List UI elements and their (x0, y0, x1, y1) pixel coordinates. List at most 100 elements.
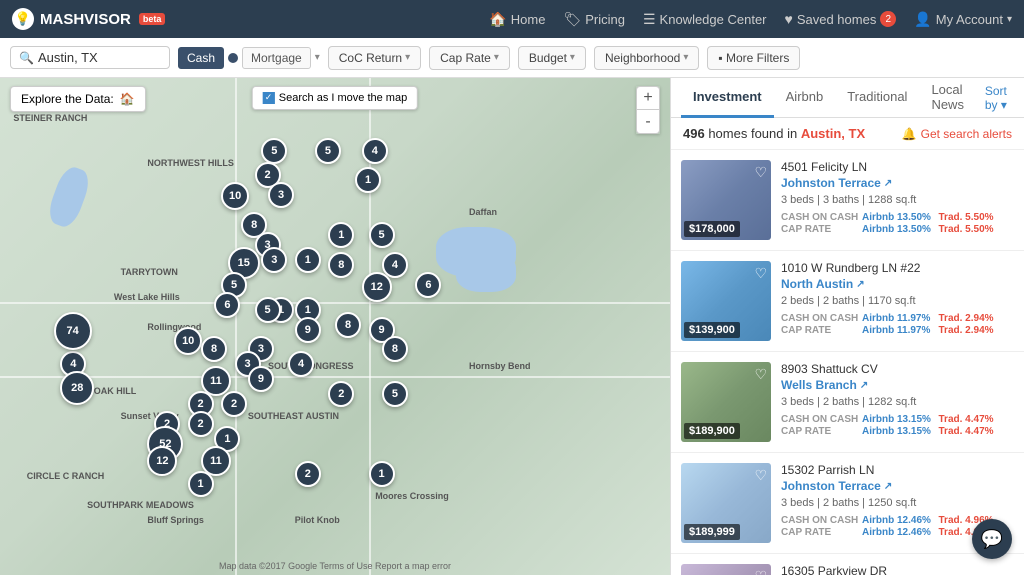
cash-toggle[interactable]: Cash (178, 47, 224, 69)
map-pin-p19[interactable]: 6 (415, 272, 441, 298)
property-details-2: 1010 W Rundberg LN #22 North Austin ↗ 2 … (781, 261, 1014, 341)
property-image-5: $185,000 ♡ (681, 564, 771, 575)
map-label-pilot: Pilot Knob (295, 515, 340, 525)
nav-home-label: Home (511, 12, 546, 27)
favorite-icon-5[interactable]: ♡ (754, 568, 767, 575)
price-tag-3: $189,900 (684, 423, 740, 439)
map-pin-p11[interactable]: 5 (369, 222, 395, 248)
map-pin-p3[interactable]: 4 (362, 138, 388, 164)
map-pin-p48[interactable]: 1 (369, 461, 395, 487)
sort-by-btn[interactable]: Sort by ▾ (985, 84, 1014, 112)
map-pin-p46[interactable]: 12 (147, 446, 177, 476)
chevron-sort-icon: ▾ (1001, 98, 1007, 112)
mortgage-toggle[interactable]: Mortgage (242, 47, 311, 69)
chevron-down-icon: ▾ (1007, 14, 1012, 25)
property-details-5: 16305 Parkview DR Wells Branch ↗ 3 beds … (781, 564, 1014, 575)
search-as-move[interactable]: Search as I move the map (252, 86, 418, 110)
map-pin-p34[interactable]: 9 (248, 366, 274, 392)
property-neighborhood-2[interactable]: North Austin ↗ (781, 277, 1014, 291)
map-pin-p32[interactable]: 4 (288, 351, 314, 377)
coc-trad-1: Trad. 5.50% (939, 212, 1015, 223)
map-pin-p13[interactable]: 3 (261, 247, 287, 273)
map-pin-p30[interactable]: 8 (201, 336, 227, 362)
budget-filter[interactable]: Budget ▾ (518, 46, 586, 70)
tab-investment[interactable]: Investment (681, 78, 774, 118)
property-neighborhood-1[interactable]: Johnston Terrace ↗ (781, 176, 1014, 190)
coc-return-label: CoC Return (339, 51, 402, 65)
nav-account[interactable]: 👤 My Account ▾ (914, 11, 1012, 28)
map-pin-p24[interactable]: 8 (335, 312, 361, 338)
nav-home[interactable]: 🏠 Home (489, 11, 545, 28)
map-pin-p50[interactable]: 2 (295, 461, 321, 487)
map-pin-p1[interactable]: 5 (261, 138, 287, 164)
map-pin-p20[interactable]: 6 (214, 292, 240, 318)
coc-label-2: CASH ON CASH (781, 313, 861, 324)
zoom-in-btn[interactable]: + (636, 86, 660, 110)
property-details-1: 4501 Felicity LN Johnston Terrace ↗ 3 be… (781, 160, 1014, 240)
map-pin-p14[interactable]: 1 (295, 247, 321, 273)
road-h1 (0, 302, 670, 304)
favorite-icon-4[interactable]: ♡ (754, 467, 767, 484)
nav-saved[interactable]: ♥ Saved homes 2 (785, 11, 897, 27)
cap-rate-filter[interactable]: Cap Rate ▾ (429, 46, 510, 70)
map-pin-p10[interactable]: 1 (328, 222, 354, 248)
map-pin-p15[interactable]: 8 (328, 252, 354, 278)
property-specs-3: 3 beds | 2 baths | 1282 sq.ft (781, 396, 1014, 408)
map-pin-p38[interactable]: 2 (221, 391, 247, 417)
explore-data-btn[interactable]: Explore the Data: 🏠 (10, 86, 146, 112)
price-tag-2: $139,900 (684, 322, 740, 338)
tab-traditional[interactable]: Traditional (835, 78, 919, 118)
favorite-icon-2[interactable]: ♡ (754, 265, 767, 282)
property-card-1[interactable]: $178,000 ♡ 4501 Felicity LN Johnston Ter… (671, 150, 1024, 251)
coc-airbnb-4: Airbnb 12.46% (862, 515, 938, 526)
cap-airbnb-3: Airbnb 13.15% (862, 426, 938, 437)
map-pin-p7[interactable]: 1 (355, 167, 381, 193)
map-pin-p36[interactable]: 28 (60, 371, 94, 405)
property-neighborhood-3[interactable]: Wells Branch ↗ (781, 378, 1014, 392)
map-pin-p27[interactable]: 8 (382, 336, 408, 362)
alert-icon: 🔔 (902, 127, 917, 141)
map-pin-p45[interactable]: 74 (54, 312, 92, 350)
nav-knowledge[interactable]: ☰ Knowledge Center (643, 11, 767, 28)
property-card-5[interactable]: $185,000 ♡ 16305 Parkview DR Wells Branc… (671, 554, 1024, 575)
map-pin-p42[interactable]: 5 (382, 381, 408, 407)
cap-trad-2: Trad. 2.94% (939, 325, 1015, 336)
property-card-2[interactable]: $139,900 ♡ 1010 W Rundberg LN #22 North … (671, 251, 1024, 352)
road-v1 (235, 78, 237, 575)
property-image-1: $178,000 ♡ (681, 160, 771, 240)
map-pin-p49[interactable]: 1 (188, 471, 214, 497)
logo[interactable]: 💡 MASHVISOR beta (12, 8, 165, 30)
tab-airbnb[interactable]: Airbnb (774, 78, 836, 118)
favorite-icon-3[interactable]: ♡ (754, 366, 767, 383)
property-address-2: 1010 W Rundberg LN #22 (781, 261, 1014, 275)
map-pin-p25[interactable]: 9 (295, 317, 321, 343)
search-alerts-label: Get search alerts (921, 127, 1012, 141)
map-pin-p18[interactable]: 12 (362, 272, 392, 302)
property-card-3[interactable]: $189,900 ♡ 8903 Shattuck CV Wells Branch… (671, 352, 1024, 453)
nav-pricing[interactable]: 🏷 Pricing (563, 11, 625, 28)
map-pin-p28[interactable]: 10 (174, 327, 202, 355)
neighborhood-filter[interactable]: Neighborhood ▾ (594, 46, 699, 70)
coc-return-filter[interactable]: CoC Return ▾ (328, 46, 421, 70)
search-icon: 🔍 (19, 51, 34, 65)
map-pin-p39[interactable]: 2 (188, 411, 214, 437)
search-move-checkbox[interactable] (263, 92, 275, 104)
property-neighborhood-4[interactable]: Johnston Terrace ↗ (781, 479, 1014, 493)
map-pin-p6[interactable]: 3 (268, 182, 294, 208)
map-pin-p23[interactable]: 5 (255, 297, 281, 323)
map-pin-p5[interactable]: 10 (221, 182, 249, 210)
water-river (44, 164, 93, 231)
more-filters-label: ▪ More Filters (718, 51, 789, 65)
beta-tag: beta (139, 13, 166, 25)
payment-toggle: Cash Mortgage ▾ (178, 47, 320, 69)
map-pin-p41[interactable]: 2 (328, 381, 354, 407)
chat-bubble[interactable]: 💬 (972, 519, 1012, 559)
favorite-icon-1[interactable]: ♡ (754, 164, 767, 181)
more-filters[interactable]: ▪ More Filters (707, 46, 800, 70)
search-alerts-btn[interactable]: 🔔 Get search alerts (902, 127, 1012, 141)
location-input[interactable]: 🔍 Austin, TX (10, 46, 170, 69)
tab-local-news[interactable]: Local News (919, 78, 984, 118)
zoom-out-btn[interactable]: - (636, 110, 660, 134)
results-panel: Investment Airbnb Traditional Local News… (670, 78, 1024, 575)
map-pin-p2[interactable]: 5 (315, 138, 341, 164)
